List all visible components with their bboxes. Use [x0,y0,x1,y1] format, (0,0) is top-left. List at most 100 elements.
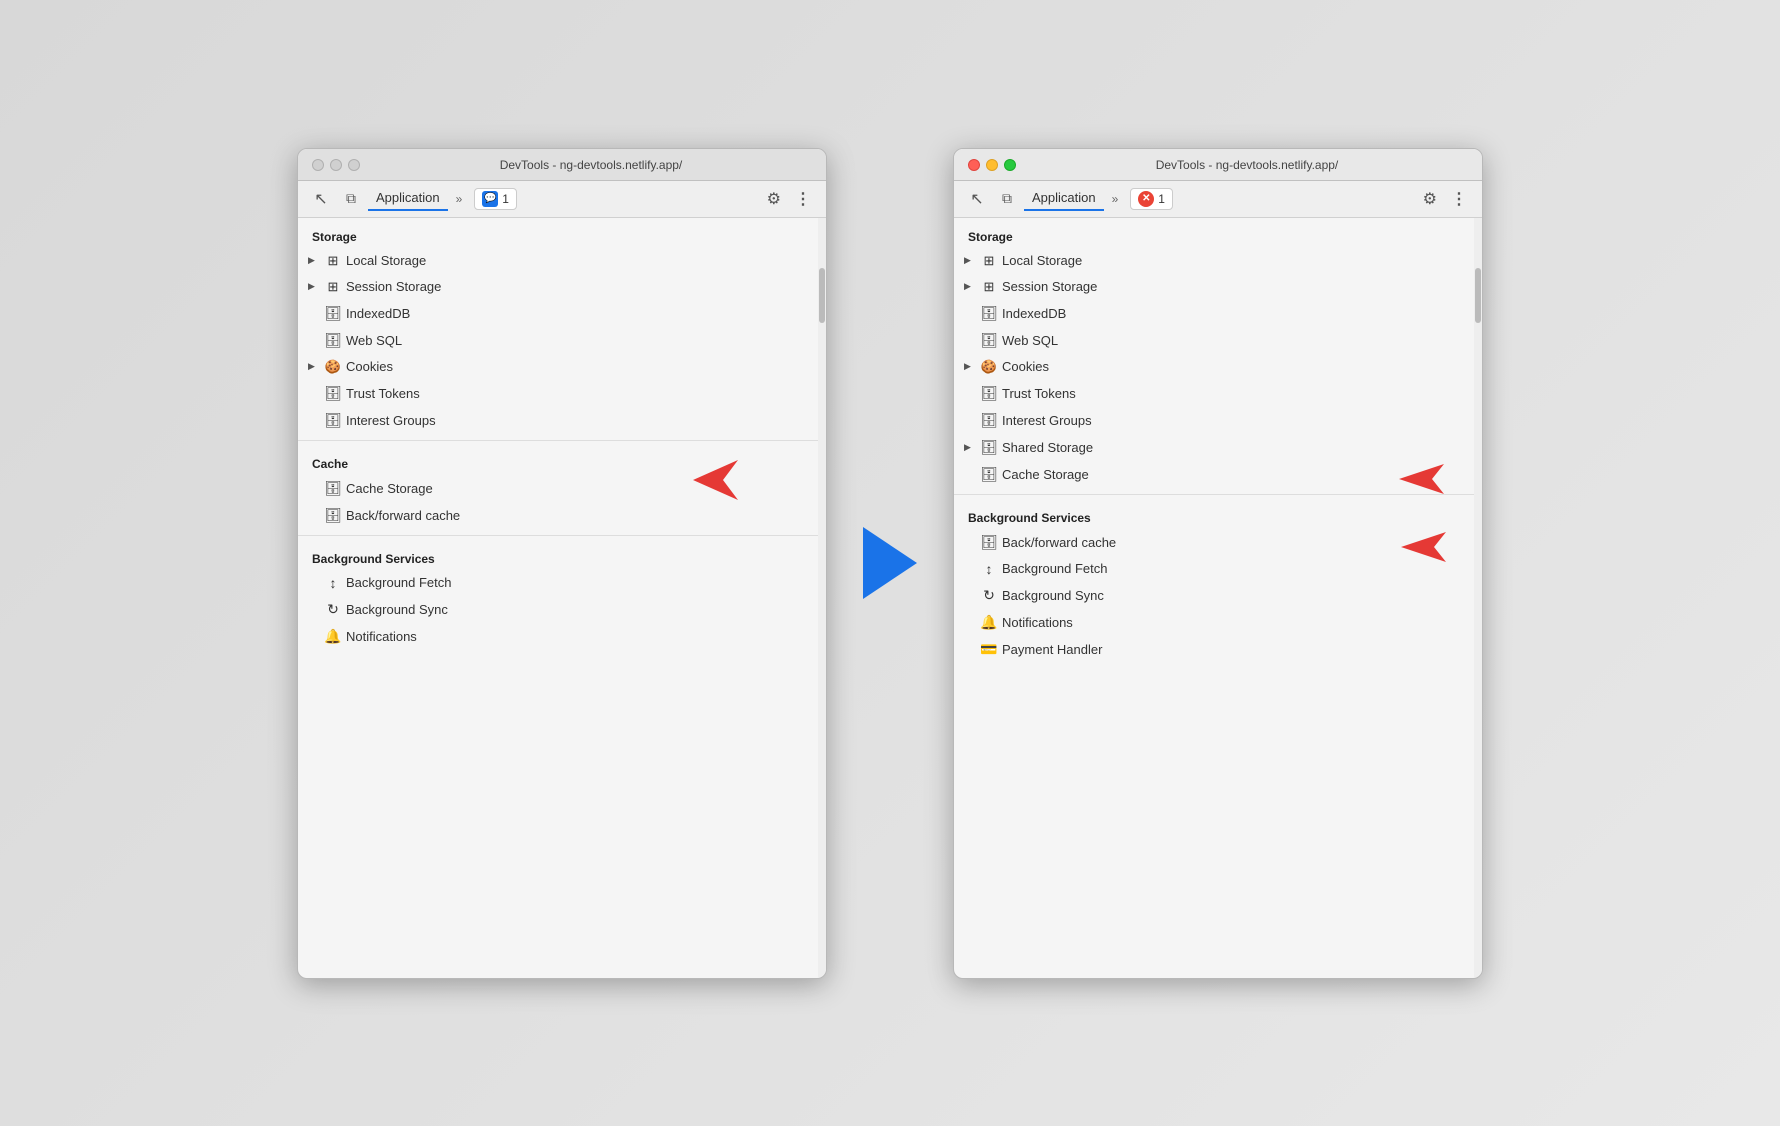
left-badge-icon: 💬 [484,193,496,204]
interest-groups-label: Interest Groups [1002,413,1092,428]
right-backforward-item[interactable]: 🗄 Back/forward cache [954,529,1474,556]
db-icon: 🗄 [324,305,342,322]
storage-icon: ⊞ [324,279,342,295]
left-tab-label[interactable]: Application [368,186,448,211]
cursor-icon[interactable]: ↖ [964,186,990,212]
right-cache-storage-item[interactable]: 🗄 Cache Storage [954,461,1474,488]
expand-arrow: ▶ [308,255,320,266]
left-notifications-item[interactable]: 🔔 Notifications [298,623,818,650]
websql-label: Web SQL [346,333,402,348]
cookies-label: Cookies [1002,359,1049,374]
right-websql-item[interactable]: 🗄 Web SQL [954,327,1474,354]
right-title-bar: DevTools - ng-devtools.netlify.app/ [954,149,1482,181]
storage-icon: ⊞ [980,279,998,295]
left-scrollbar[interactable] [818,218,826,978]
right-session-storage-item[interactable]: ▶ ⊞ Session Storage [954,274,1474,300]
layers-icon[interactable]: ⧉ [338,186,364,212]
right-sidebar: Storage ▶ ⊞ Local Storage ▶ ⊞ Session St… [954,218,1482,978]
right-interest-groups-item[interactable]: 🗄 Interest Groups [954,407,1474,434]
left-cache-storage-item[interactable]: 🗄 Cache Storage [298,475,818,502]
db-icon: 🗄 [324,332,342,349]
left-trust-tokens-item[interactable]: 🗄 Trust Tokens [298,380,818,407]
right-chevron: » [1108,190,1123,208]
db-icon: 🗄 [324,412,342,429]
indexeddb-label: IndexedDB [346,306,410,321]
websql-label: Web SQL [1002,333,1058,348]
left-traffic-maximize[interactable] [348,159,360,171]
db-icon: 🗄 [324,507,342,524]
bg-sync-label: Background Sync [1002,588,1104,603]
left-backforward-item[interactable]: 🗄 Back/forward cache [298,502,818,529]
local-storage-label: Local Storage [1002,253,1082,268]
indexeddb-label: IndexedDB [1002,306,1066,321]
expand-arrow: ▶ [308,361,320,372]
bell-icon: 🔔 [980,614,998,631]
left-bg-fetch-item[interactable]: ↕ Background Fetch [298,570,818,596]
left-badge-count: 1 [502,192,509,206]
shared-storage-label: Shared Storage [1002,440,1093,455]
session-storage-label: Session Storage [1002,279,1097,294]
backforward-label: Back/forward cache [346,508,460,523]
right-bg-sync-item[interactable]: ↻ Background Sync [954,582,1474,609]
right-cookies-item[interactable]: ▶ 🍪 Cookies [954,354,1474,380]
right-more-icon[interactable]: ⋮ [1446,187,1472,211]
right-notifications-item[interactable]: 🔔 Notifications [954,609,1474,636]
left-gear-icon[interactable]: ⚙ [762,187,786,211]
left-session-storage-item[interactable]: ▶ ⊞ Session Storage [298,274,818,300]
left-websql-item[interactable]: 🗄 Web SQL [298,327,818,354]
left-badge[interactable]: 💬 1 [474,188,517,210]
left-cookies-item[interactable]: ▶ 🍪 Cookies [298,354,818,380]
db-icon: 🗄 [324,480,342,497]
bg-fetch-label: Background Fetch [346,575,452,590]
bell-icon: 🔔 [324,628,342,645]
sync-icon: ↻ [324,601,342,618]
right-indexeddb-item[interactable]: 🗄 IndexedDB [954,300,1474,327]
expand-arrow: ▶ [964,281,976,292]
db-icon: 🗄 [980,305,998,322]
right-scrollbar[interactable] [1474,218,1482,978]
session-storage-label: Session Storage [346,279,441,294]
right-payment-handler-item[interactable]: 💳 Payment Handler [954,636,1474,663]
right-badge-count: 1 [1158,192,1165,206]
backforward-label: Back/forward cache [1002,535,1116,550]
left-more-icon[interactable]: ⋮ [790,187,816,211]
right-traffic-maximize[interactable] [1004,159,1016,171]
right-gear-icon[interactable]: ⚙ [1418,187,1442,211]
trust-tokens-label: Trust Tokens [346,386,420,401]
expand-arrow: ▶ [964,442,976,453]
cookie-icon: 🍪 [324,359,342,375]
trust-tokens-label: Trust Tokens [1002,386,1076,401]
bg-sync-label: Background Sync [346,602,448,617]
right-traffic-close[interactable] [968,159,980,171]
left-traffic-minimize[interactable] [330,159,342,171]
right-local-storage-item[interactable]: ▶ ⊞ Local Storage [954,248,1474,274]
right-bg-fetch-item[interactable]: ↕ Background Fetch [954,556,1474,582]
left-toolbar: ↖ ⧉ Application » 💬 1 ⚙ ⋮ [298,181,826,218]
right-trust-tokens-item[interactable]: 🗄 Trust Tokens [954,380,1474,407]
right-browser-window: DevTools - ng-devtools.netlify.app/ ↖ ⧉ … [953,148,1483,979]
left-interest-groups-item[interactable]: 🗄 Interest Groups [298,407,818,434]
left-local-storage-item[interactable]: ▶ ⊞ Local Storage [298,248,818,274]
transition-arrow [863,527,917,599]
storage-icon: ⊞ [324,253,342,269]
sync-icon: ↻ [980,587,998,604]
right-shared-storage-item[interactable]: ▶ 🗄 Shared Storage [954,434,1474,461]
right-badge[interactable]: ✕ 1 [1130,188,1173,210]
layers-icon[interactable]: ⧉ [994,186,1020,212]
right-tab-label[interactable]: Application [1024,186,1104,211]
right-window-title: DevTools - ng-devtools.netlify.app/ [1026,158,1468,172]
left-bg-sync-item[interactable]: ↻ Background Sync [298,596,818,623]
left-indexeddb-item[interactable]: 🗄 IndexedDB [298,300,818,327]
notifications-label: Notifications [1002,615,1073,630]
left-chevron: » [452,190,467,208]
expand-arrow: ▶ [964,255,976,266]
fetch-icon: ↕ [324,575,342,591]
right-traffic-minimize[interactable] [986,159,998,171]
db-icon: 🗄 [980,385,998,402]
left-window-title: DevTools - ng-devtools.netlify.app/ [370,158,812,172]
payment-handler-label: Payment Handler [1002,642,1102,657]
cursor-icon[interactable]: ↖ [308,186,334,212]
left-traffic-close[interactable] [312,159,324,171]
interest-groups-label: Interest Groups [346,413,436,428]
local-storage-label: Local Storage [346,253,426,268]
